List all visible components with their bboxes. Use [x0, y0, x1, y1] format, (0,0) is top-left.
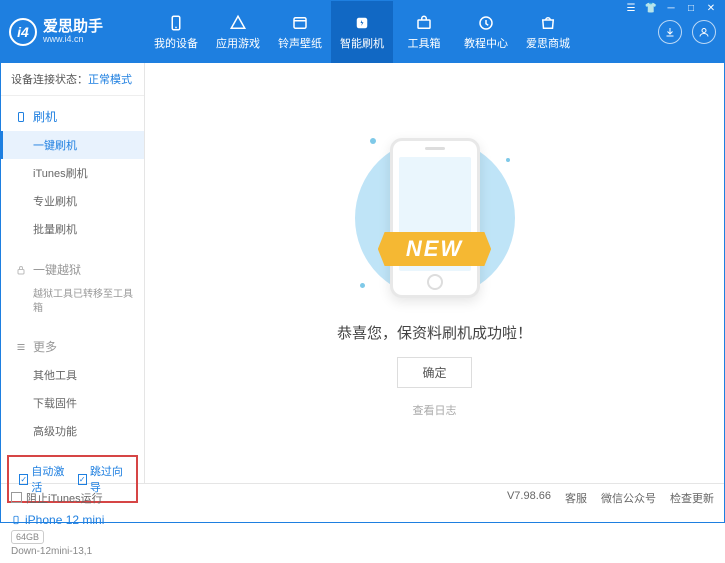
store-icon: [539, 14, 557, 32]
nav-apps[interactable]: 应用游戏: [207, 1, 269, 63]
nav-store[interactable]: 爱思商城: [517, 1, 579, 63]
success-illustration: NEW: [350, 128, 520, 308]
sidebar-item-advanced[interactable]: 高级功能: [1, 417, 144, 445]
nav-label: 应用游戏: [216, 35, 260, 51]
nav-label: 爱思商城: [526, 35, 570, 51]
success-message: 恭喜您，保资料刷机成功啦！: [337, 322, 532, 343]
phone-icon: [15, 111, 27, 123]
section-title: 更多: [33, 338, 57, 355]
footer-support[interactable]: 客服: [565, 490, 587, 506]
user-icon: [698, 26, 710, 38]
toolbox-icon: [415, 14, 433, 32]
nav-tutorials[interactable]: 教程中心: [455, 1, 517, 63]
wallpaper-icon: [291, 14, 309, 32]
tutorial-icon: [477, 14, 495, 32]
download-icon: [664, 26, 676, 38]
minimize-icon[interactable]: ─: [664, 3, 678, 14]
confirm-button[interactable]: 确定: [397, 357, 471, 388]
main-nav: 我的设备 应用游戏 铃声壁纸 智能刷机 工具箱 教程中心 爱思商城: [145, 1, 579, 63]
device-storage: 64GB: [11, 530, 44, 544]
cb-label: 阻止iTunes运行: [26, 490, 103, 506]
sidebar-item-pro[interactable]: 专业刷机: [1, 187, 144, 215]
nav-my-device[interactable]: 我的设备: [145, 1, 207, 63]
footer-wechat[interactable]: 微信公众号: [601, 490, 656, 506]
flash-icon: [353, 14, 371, 32]
nav-label: 智能刷机: [340, 35, 384, 51]
jailbreak-note: 越狱工具已转移至工具箱: [1, 284, 144, 320]
section-title: 一键越狱: [33, 261, 81, 278]
nav-toolbox[interactable]: 工具箱: [393, 1, 455, 63]
footer-update[interactable]: 检查更新: [670, 490, 714, 506]
nav-label: 教程中心: [464, 35, 508, 51]
conn-mode: 正常模式: [88, 74, 132, 86]
sidebar-jailbreak-header: 一键越狱: [1, 255, 144, 284]
logo-title: 爱思助手: [43, 19, 103, 36]
download-button[interactable]: [658, 20, 682, 44]
app-logo: i4 爱思助手 www.i4.cn: [9, 18, 145, 46]
nav-label: 我的设备: [154, 35, 198, 51]
sidebar: 设备连接状态：正常模式 刷机 一键刷机 iTunes刷机 专业刷机 批量刷机 一…: [1, 63, 145, 483]
checkbox-block-itunes[interactable]: 阻止iTunes运行: [11, 490, 103, 506]
sidebar-more-header[interactable]: 更多: [1, 332, 144, 361]
conn-label: 设备连接状态：: [11, 74, 88, 86]
list-icon: [15, 341, 27, 353]
device-firmware: Down-12mini-13,1: [11, 546, 134, 557]
nav-ringtones[interactable]: 铃声壁纸: [269, 1, 331, 63]
maximize-icon[interactable]: □: [684, 3, 698, 14]
phone-icon: [167, 14, 185, 32]
sidebar-item-batch[interactable]: 批量刷机: [1, 215, 144, 243]
logo-icon: i4: [9, 18, 37, 46]
sidebar-item-itunes[interactable]: iTunes刷机: [1, 159, 144, 187]
close-icon[interactable]: ✕: [704, 3, 718, 14]
sidebar-item-download-fw[interactable]: 下载固件: [1, 389, 144, 417]
main-content: NEW 恭喜您，保资料刷机成功啦！ 确定 查看日志: [145, 63, 724, 483]
sidebar-item-other[interactable]: 其他工具: [1, 361, 144, 389]
view-log-link[interactable]: 查看日志: [413, 402, 457, 418]
nav-label: 铃声壁纸: [278, 35, 322, 51]
window-controls: ☰ 👕 ─ □ ✕: [624, 3, 718, 14]
apps-icon: [229, 14, 247, 32]
logo-url: www.i4.cn: [43, 35, 103, 45]
sidebar-item-oneclick[interactable]: 一键刷机: [1, 131, 144, 159]
nav-flash[interactable]: 智能刷机: [331, 1, 393, 63]
phone-icon: [11, 513, 21, 527]
user-button[interactable]: [692, 20, 716, 44]
app-header: ☰ 👕 ─ □ ✕ i4 爱思助手 www.i4.cn 我的设备 应用游戏 铃声…: [1, 1, 724, 63]
version-label: V7.98.66: [507, 490, 551, 506]
skin-icon[interactable]: 👕: [644, 3, 658, 14]
new-ribbon: NEW: [378, 232, 491, 266]
sidebar-flash-header[interactable]: 刷机: [1, 102, 144, 131]
lock-icon: [15, 264, 27, 276]
menu-icon[interactable]: ☰: [624, 3, 638, 14]
device-info[interactable]: iPhone 12 mini 64GB Down-12mini-13,1: [1, 507, 144, 563]
device-name: iPhone 12 mini: [11, 513, 134, 527]
connection-status: 设备连接状态：正常模式: [1, 63, 144, 96]
nav-label: 工具箱: [408, 35, 441, 51]
section-title: 刷机: [33, 108, 57, 125]
